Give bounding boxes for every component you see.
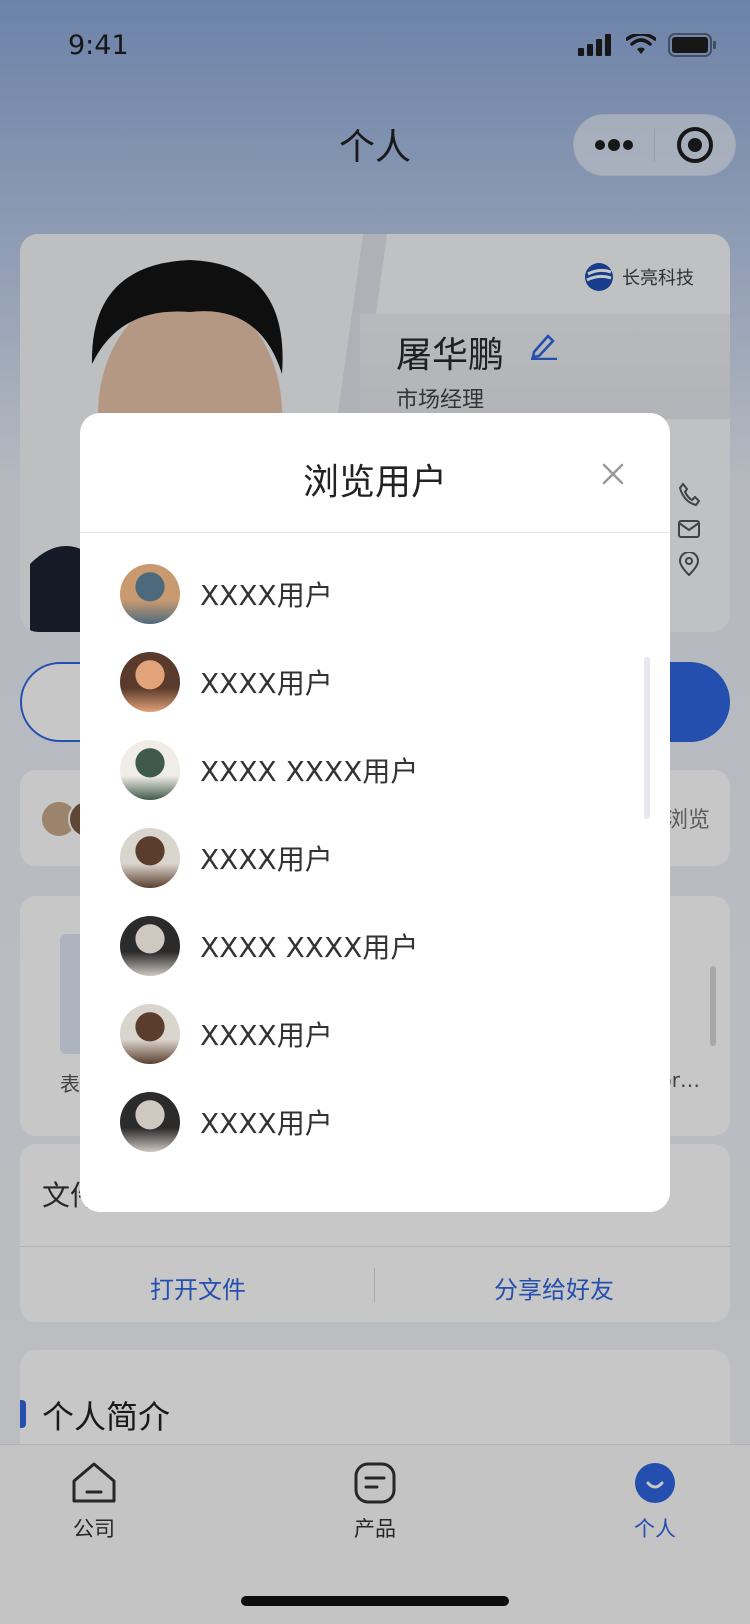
- viewer-list-modal: 浏览用户 XXXX用户 XXXX用户 XXXX XXXX用户 XXXX用户 XXXX X…: [80, 413, 670, 1212]
- list-item[interactable]: XXXX XXXX用户: [120, 739, 418, 801]
- user-name: XXXX用户: [200, 579, 333, 612]
- user-name: XXXX XXXX用户: [200, 931, 419, 964]
- modal-title: 浏览用户: [302, 462, 447, 503]
- avatar: [120, 1004, 180, 1064]
- list-item[interactable]: XXXX XXXX用户: [120, 915, 418, 977]
- avatar: [120, 1092, 180, 1152]
- user-name: XXXX用户: [200, 1107, 333, 1140]
- list-item[interactable]: XXXX用户: [120, 1091, 333, 1153]
- avatar: [120, 916, 180, 976]
- user-name: XXXX用户: [200, 1019, 333, 1052]
- list-item[interactable]: XXXX用户: [120, 651, 333, 713]
- avatar: [120, 652, 180, 712]
- list-item[interactable]: XXXX用户: [120, 827, 333, 889]
- avatar: [120, 564, 180, 624]
- avatar: [120, 828, 180, 888]
- page: 9:41 个人 长亮科技 屠华鹏 市场经理 浏览 表 or… 文件 打开文件 分…: [0, 0, 750, 1624]
- user-name: XXXX XXXX用户: [200, 755, 419, 788]
- user-name: XXXX用户: [200, 843, 333, 876]
- scrollbar[interactable]: [644, 657, 650, 819]
- avatar: [120, 740, 180, 800]
- user-name: XXXX用户: [200, 667, 333, 700]
- list-item[interactable]: XXXX用户: [120, 563, 333, 625]
- close-icon[interactable]: [598, 459, 628, 489]
- list-item[interactable]: XXXX用户: [120, 1003, 333, 1065]
- divider: [80, 532, 670, 533]
